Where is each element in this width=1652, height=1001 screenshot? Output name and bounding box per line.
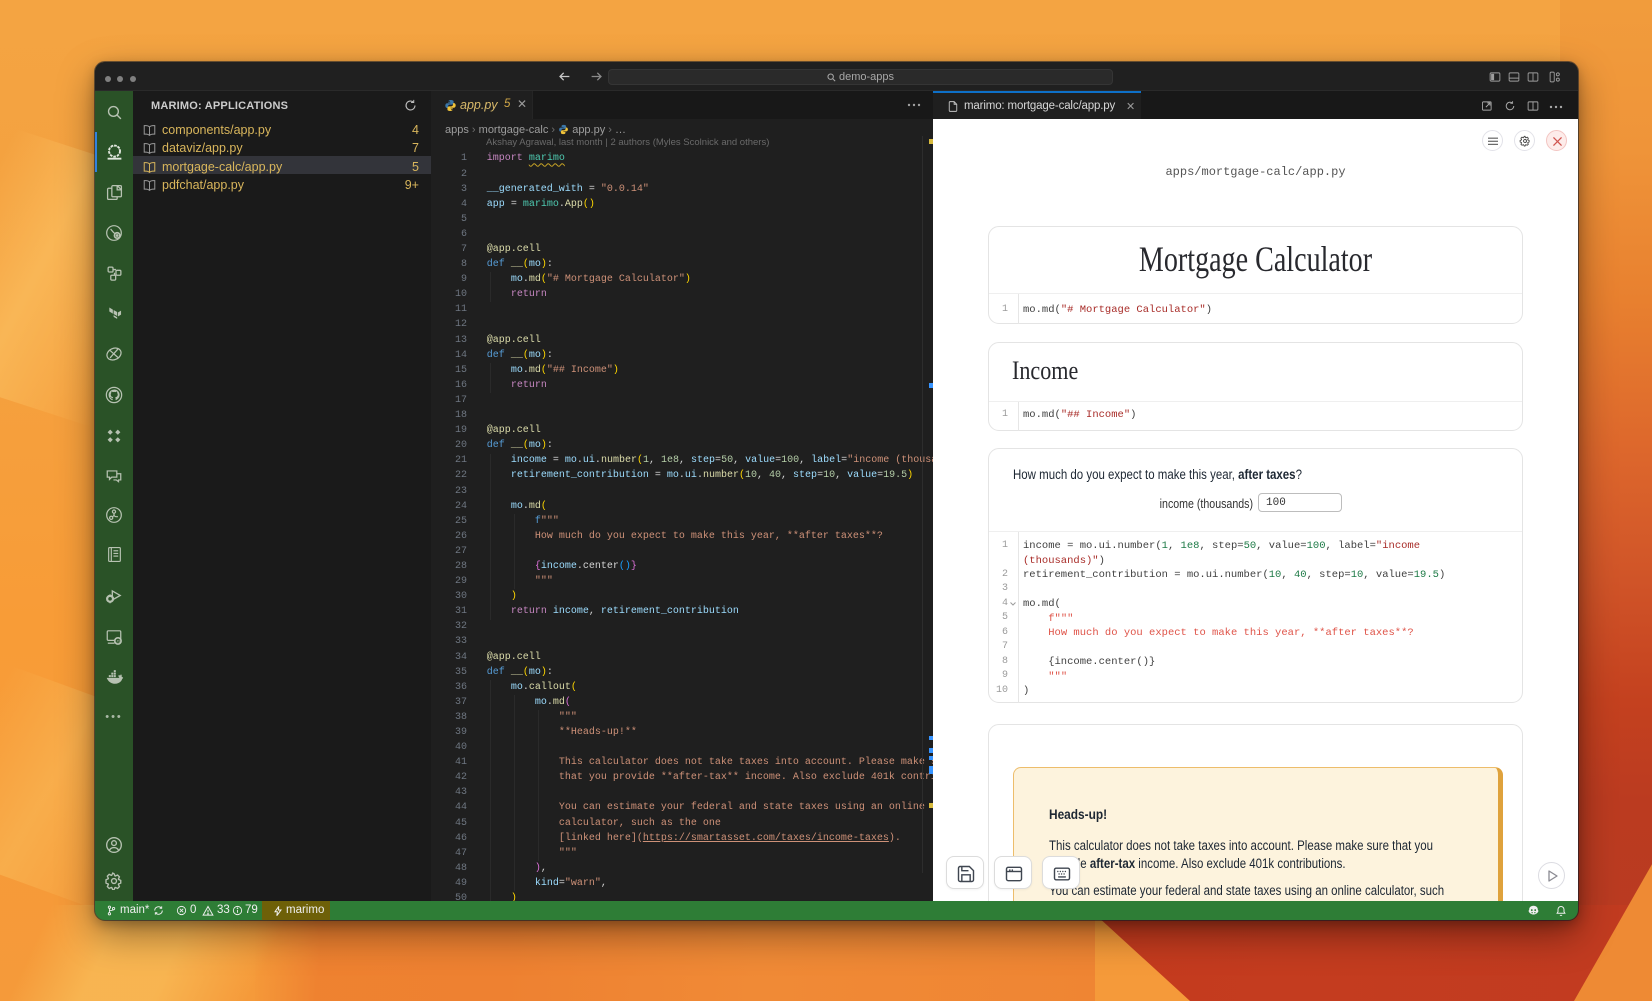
svg-text:JS: JS [116, 639, 121, 643]
